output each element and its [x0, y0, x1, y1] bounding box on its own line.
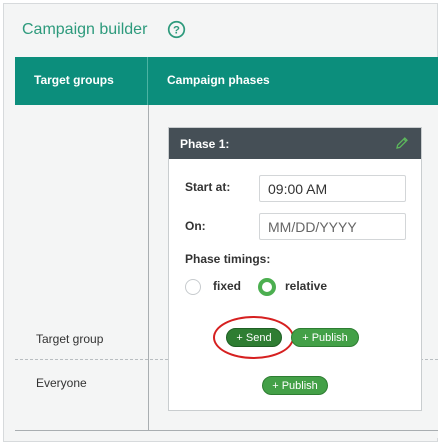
column-header-campaign-phases: Campaign phases: [167, 73, 270, 87]
fixed-radio[interactable]: [185, 279, 201, 295]
date-input[interactable]: [259, 213, 406, 240]
svg-text:?: ?: [173, 25, 180, 37]
phase-header: Phase 1:: [169, 128, 421, 159]
relative-radio[interactable]: [258, 278, 276, 296]
row-label-target-group: Target group: [36, 332, 104, 346]
pencil-icon[interactable]: [395, 136, 409, 150]
title-bar: Campaign builder ?: [4, 4, 437, 61]
publish-button[interactable]: + Publish: [291, 328, 359, 347]
table-header-row: Target groups Campaign phases: [15, 57, 438, 105]
on-date-label: On:: [185, 219, 206, 233]
everyone-publish-button[interactable]: + Publish: [262, 376, 328, 395]
start-time-input[interactable]: [259, 175, 406, 202]
phase-title: Phase 1:: [180, 137, 230, 151]
row-label-everyone: Everyone: [36, 376, 87, 390]
relative-radio-label: relative: [285, 279, 328, 293]
grid-bottom-border: [15, 430, 438, 431]
question-circle-icon[interactable]: ?: [167, 20, 186, 39]
column-divider: [148, 105, 149, 430]
start-at-label: Start at:: [185, 180, 231, 194]
phase-timings-label: Phase timings:: [185, 252, 271, 266]
column-header-label: Target groups: [34, 73, 114, 87]
fixed-radio-label: fixed: [213, 279, 242, 293]
phase-card: Phase 1: Start at: On: Phase timings: fi…: [168, 127, 422, 411]
send-button[interactable]: + Send: [226, 328, 282, 347]
column-header-target-groups: Target groups: [15, 57, 148, 105]
page-title: Campaign builder: [22, 21, 148, 38]
